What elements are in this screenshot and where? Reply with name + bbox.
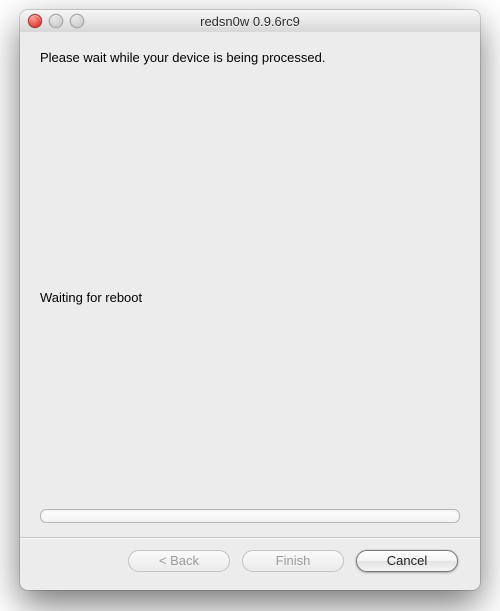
minimize-icon[interactable] [49, 14, 63, 28]
window-title: redsn0w 0.9.6rc9 [20, 14, 480, 29]
content-area: Please wait while your device is being p… [20, 32, 480, 590]
titlebar[interactable]: redsn0w 0.9.6rc9 [20, 10, 480, 33]
cancel-button[interactable]: Cancel [356, 550, 458, 572]
back-button: < Back [128, 550, 230, 572]
progress-bar [40, 509, 460, 523]
traffic-lights [28, 14, 84, 28]
status-text: Waiting for reboot [40, 290, 460, 305]
zoom-icon[interactable] [70, 14, 84, 28]
finish-button: Finish [242, 550, 344, 572]
button-row: < Back Finish Cancel [40, 550, 460, 574]
instruction-text: Please wait while your device is being p… [40, 50, 460, 65]
app-window: redsn0w 0.9.6rc9 Please wait while your … [20, 10, 480, 590]
close-icon[interactable] [28, 14, 42, 28]
separator [20, 537, 480, 538]
